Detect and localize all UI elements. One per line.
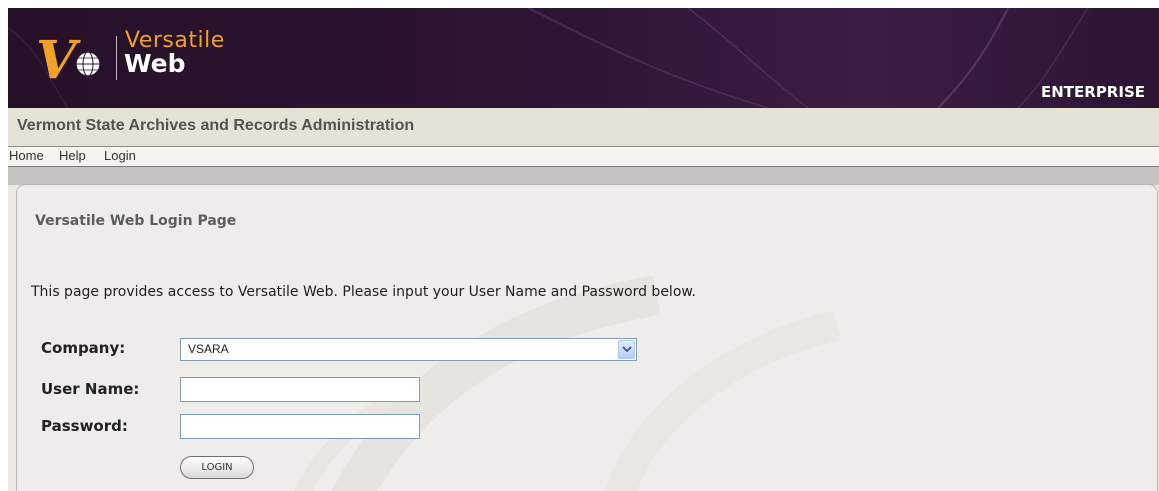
- organization-title: Vermont State Archives and Records Admin…: [17, 117, 415, 134]
- nav-help[interactable]: Help: [59, 148, 86, 163]
- brand-name-line2: Web: [124, 49, 186, 78]
- versatile-logo-icon: V: [36, 30, 108, 91]
- top-nav: Home Help Login: [8, 147, 1159, 167]
- header-banner: V Versatile Web ENTERPRISE: [8, 8, 1159, 108]
- username-input[interactable]: [180, 377, 420, 402]
- company-select[interactable]: VSARA: [180, 338, 637, 361]
- username-label: User Name:: [41, 380, 140, 398]
- company-select-value: VSARA: [188, 342, 229, 356]
- logo-divider: [116, 36, 117, 80]
- organization-bar: Vermont State Archives and Records Admin…: [8, 108, 1159, 147]
- chevron-down-icon[interactable]: [618, 340, 635, 359]
- company-label: Company:: [41, 339, 126, 357]
- password-input[interactable]: [180, 414, 420, 439]
- logo-letter: V: [36, 30, 81, 84]
- nav-login[interactable]: Login: [104, 148, 136, 163]
- nav-shadow-strip: [8, 167, 1159, 185]
- login-panel: Versatile Web Login Page This page provi…: [16, 184, 1158, 491]
- page-title: Versatile Web Login Page: [35, 213, 237, 229]
- login-button[interactable]: LOGIN: [180, 456, 254, 479]
- intro-text: This page provides access to Versatile W…: [31, 284, 696, 300]
- edition-label: ENTERPRISE: [1040, 83, 1145, 101]
- password-label: Password:: [41, 417, 128, 435]
- nav-home[interactable]: Home: [9, 148, 44, 163]
- browser-page: V Versatile Web ENTERPRISE Vermont State…: [8, 8, 1159, 491]
